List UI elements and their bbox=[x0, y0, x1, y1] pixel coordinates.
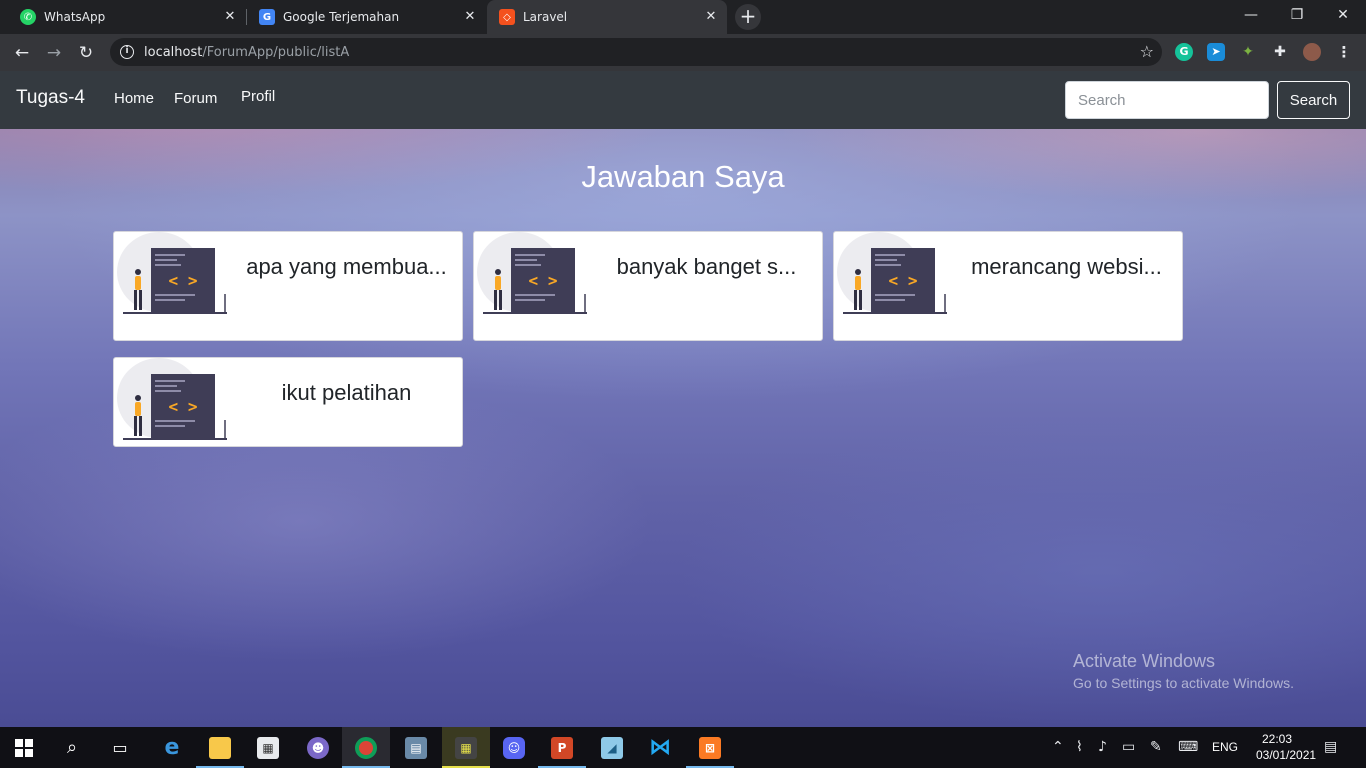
puzzle-icon[interactable]: ✚ bbox=[1271, 43, 1289, 61]
card-title[interactable]: merancang websi... bbox=[964, 252, 1169, 281]
extension-icon[interactable]: ✦ bbox=[1239, 43, 1257, 61]
card-title[interactable]: apa yang membua... bbox=[244, 252, 449, 281]
avatar[interactable] bbox=[1303, 43, 1321, 61]
file-explorer-icon[interactable] bbox=[196, 727, 244, 768]
chrome-icon[interactable] bbox=[342, 727, 390, 768]
forward-icon[interactable]: → bbox=[41, 40, 67, 66]
extension-icon[interactable]: ➤ bbox=[1207, 43, 1225, 61]
nav-link-forum[interactable]: Forum bbox=[174, 90, 217, 107]
navbar: Tugas-4 Home Forum Profil Search bbox=[0, 71, 1366, 129]
notification-icon[interactable]: ▤ bbox=[1324, 739, 1337, 755]
restore-icon[interactable]: ❐ bbox=[1274, 0, 1320, 30]
svg-text:< >: < > bbox=[169, 397, 198, 416]
tab-whatsapp[interactable]: ✆ WhatsApp ✕ bbox=[0, 0, 246, 34]
app-icon[interactable]: ◢ bbox=[588, 727, 636, 768]
answer-card[interactable]: < > merancang websi... bbox=[833, 231, 1183, 341]
reload-icon[interactable]: ↻ bbox=[73, 40, 99, 66]
card-title[interactable]: ikut pelatihan bbox=[244, 378, 449, 407]
answer-card[interactable]: < > banyak banget s... bbox=[473, 231, 823, 341]
clock-date: 03/01/2021 bbox=[1256, 748, 1317, 762]
tab-laravel[interactable]: ◇ Laravel ✕ bbox=[487, 0, 727, 34]
keyboard-icon[interactable]: ⌨ bbox=[1178, 739, 1198, 755]
url-host: localhost bbox=[144, 44, 203, 60]
code-illustration-icon: < > bbox=[117, 232, 227, 314]
watermark-subtitle: Go to Settings to activate Windows. bbox=[1073, 675, 1294, 691]
nav-link-profil[interactable]: Profil bbox=[241, 88, 275, 105]
google-translate-icon: G bbox=[259, 9, 275, 25]
app-icon[interactable]: ☻ bbox=[294, 727, 342, 768]
window-close-icon[interactable]: ✕ bbox=[1320, 0, 1366, 30]
code-illustration-icon: < > bbox=[837, 232, 947, 314]
menu-icon[interactable]: ⋮ bbox=[1335, 43, 1353, 61]
xampp-icon[interactable]: ⊠ bbox=[686, 727, 734, 768]
answer-card[interactable]: < > apa yang membua... bbox=[113, 231, 463, 341]
bookmark-star-icon[interactable]: ☆ bbox=[1140, 42, 1154, 61]
store-icon[interactable]: ▦ bbox=[244, 727, 292, 768]
minimize-icon[interactable]: — bbox=[1228, 0, 1274, 30]
app-icon[interactable]: ▦ bbox=[442, 727, 490, 768]
volume-icon[interactable]: ♪ bbox=[1098, 739, 1107, 755]
nav-link-home[interactable]: Home bbox=[114, 90, 154, 107]
close-icon[interactable]: ✕ bbox=[462, 9, 478, 25]
page-viewport: Tugas-4 Home Forum Profil Search Jawaban… bbox=[0, 71, 1366, 727]
clock[interactable]: 22:03 03/01/2021 bbox=[1256, 731, 1317, 763]
svg-text:< >: < > bbox=[889, 271, 918, 290]
laravel-icon: ◇ bbox=[499, 9, 515, 25]
watermark-title: Activate Windows bbox=[1073, 651, 1216, 671]
code-illustration-icon: < > bbox=[477, 232, 587, 314]
search-input[interactable] bbox=[1065, 81, 1269, 119]
network-icon[interactable]: ⌇ bbox=[1076, 739, 1083, 755]
pen-icon[interactable]: ✎ bbox=[1150, 739, 1162, 755]
navbar-brand[interactable]: Tugas-4 bbox=[16, 87, 85, 109]
task-view-icon[interactable]: ▭ bbox=[96, 727, 144, 768]
clock-time: 22:03 bbox=[1261, 732, 1293, 746]
whatsapp-icon: ✆ bbox=[20, 9, 36, 25]
tab-label: WhatsApp bbox=[44, 10, 106, 24]
page-title: Jawaban Saya bbox=[581, 159, 785, 194]
chevron-up-icon[interactable]: ⌃ bbox=[1052, 739, 1064, 755]
close-icon[interactable]: ✕ bbox=[703, 9, 719, 25]
back-icon[interactable]: ← bbox=[9, 40, 35, 66]
battery-icon[interactable]: ▭ bbox=[1122, 739, 1135, 755]
code-illustration-icon: < > bbox=[117, 358, 227, 440]
browser-tab-strip: ✆ WhatsApp ✕ G Google Terjemahan ✕ ◇ Lar… bbox=[0, 0, 1366, 34]
vscode-icon[interactable]: ⋈ bbox=[636, 727, 684, 768]
app-icon[interactable]: ▤ bbox=[392, 727, 440, 768]
tab-label: Google Terjemahan bbox=[283, 10, 400, 24]
browser-toolbar: ← → ↻ i localhost/ForumApp/public/listA … bbox=[0, 34, 1366, 71]
tab-google-translate[interactable]: G Google Terjemahan ✕ bbox=[247, 0, 486, 34]
new-tab-button[interactable]: + bbox=[735, 4, 761, 30]
taskbar: ⌕ ▭ e ▦ ☻ ▤ ▦ ☺ P ◢ ⋈ ⊠ ⌃ ⌇ ♪ ▭ ✎ ⌨ ENG … bbox=[0, 727, 1366, 768]
grammarly-icon[interactable]: G bbox=[1175, 43, 1193, 61]
svg-text:< >: < > bbox=[169, 271, 198, 290]
card-title[interactable]: banyak banget s... bbox=[604, 252, 809, 281]
language-indicator[interactable]: ENG bbox=[1212, 740, 1238, 754]
search-button[interactable]: Search bbox=[1277, 81, 1350, 119]
activate-windows-watermark: Activate Windows Go to Settings to activ… bbox=[1073, 651, 1294, 691]
tab-label: Laravel bbox=[523, 10, 568, 24]
edge-icon[interactable]: e bbox=[148, 727, 196, 768]
svg-text:< >: < > bbox=[529, 271, 558, 290]
url-path: /ForumApp/public/listA bbox=[202, 44, 350, 60]
discord-icon[interactable]: ☺ bbox=[490, 727, 538, 768]
address-bar[interactable]: i localhost/ForumApp/public/listA ☆ bbox=[110, 38, 1162, 66]
info-icon[interactable]: i bbox=[120, 45, 134, 59]
close-icon[interactable]: ✕ bbox=[222, 9, 238, 25]
answer-card[interactable]: < > ikut pelatihan bbox=[113, 357, 463, 447]
search-icon[interactable]: ⌕ bbox=[48, 727, 96, 768]
windows-start-icon[interactable] bbox=[0, 727, 48, 768]
powerpoint-icon[interactable]: P bbox=[538, 727, 586, 768]
